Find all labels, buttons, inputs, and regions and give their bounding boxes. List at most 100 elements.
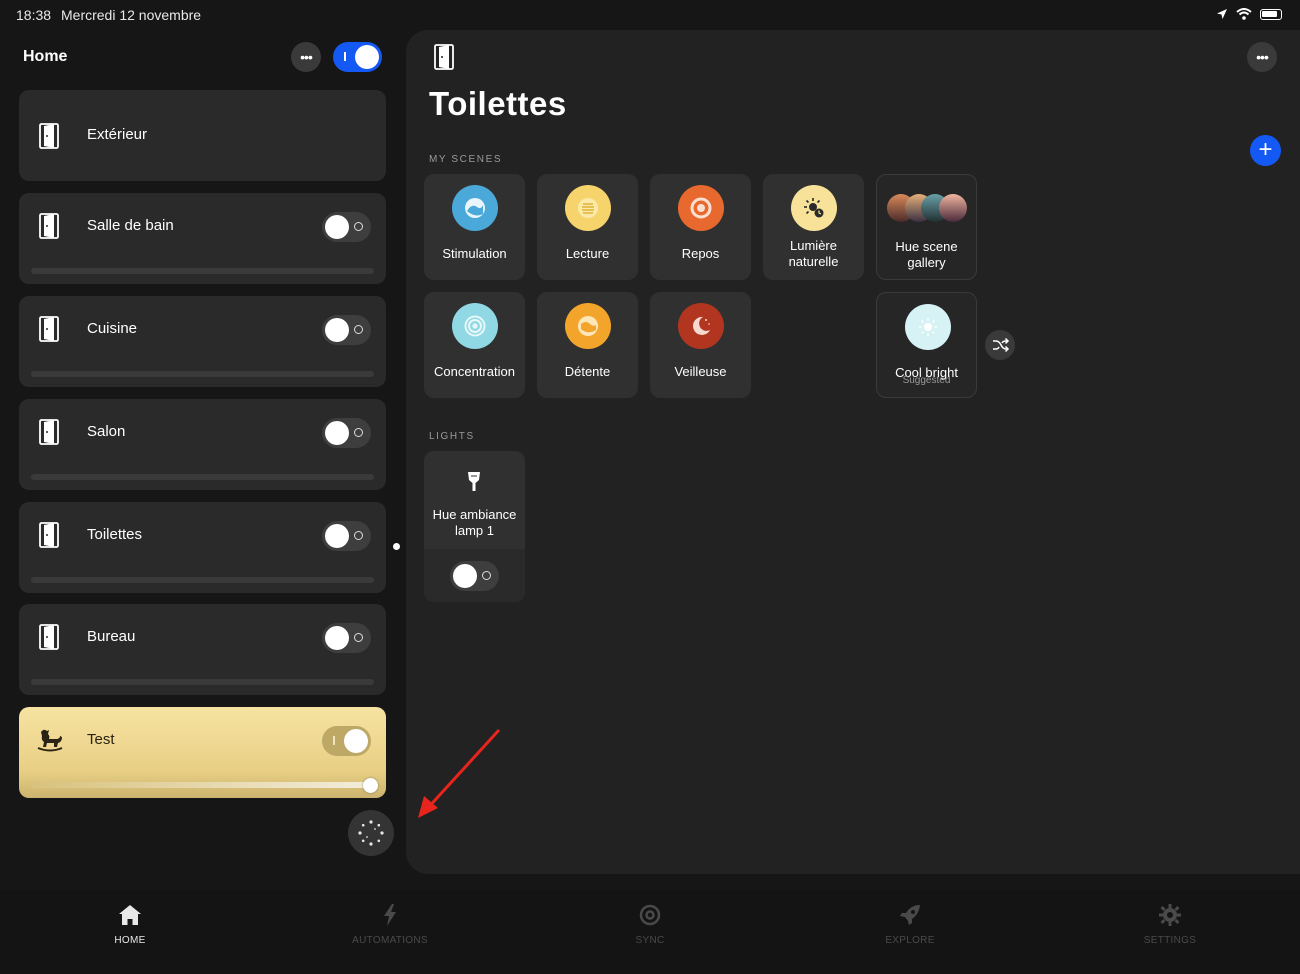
scene-label: Stimulation — [442, 246, 507, 261]
status-time: 18:38 — [16, 7, 52, 23]
scene-label: Détente — [564, 364, 611, 379]
room-toggle[interactable] — [322, 521, 371, 551]
tab-settings[interactable]: SETTINGS — [1110, 904, 1230, 946]
room-card-salon[interactable]: Salon — [19, 399, 386, 490]
home-title: Home — [23, 48, 68, 65]
home-master-toggle[interactable] — [333, 42, 382, 72]
more-icon: ••• — [1256, 49, 1269, 65]
toggle-on-mark — [344, 52, 346, 61]
room-name: Salon — [87, 423, 126, 440]
scene-color-orb — [678, 303, 724, 349]
scene-label-line1: Lumière — [790, 238, 837, 253]
scene-card-cool-bright[interactable]: Cool bright Suggested — [876, 292, 977, 398]
scene-color-orb — [565, 303, 611, 349]
door-icon — [434, 44, 454, 70]
scene-card-detente[interactable]: Détente — [537, 292, 638, 398]
toggle-on-mark — [333, 736, 335, 745]
room-card-test[interactable]: Test — [19, 707, 386, 798]
lamp-icon — [468, 472, 480, 491]
more-icon: ••• — [300, 49, 313, 65]
light-card-hue-ambiance-lamp-1[interactable]: Hue ambiance lamp 1 — [424, 451, 525, 602]
door-icon — [39, 522, 59, 548]
shuffle-icon — [993, 337, 1010, 353]
toggle-knob — [453, 564, 477, 588]
sun-icon — [919, 318, 937, 336]
room-more-button[interactable]: ••• — [1247, 42, 1277, 72]
moon-icon — [692, 316, 710, 335]
toggle-off-mark — [354, 633, 363, 642]
tab-label: AUTOMATIONS — [352, 935, 428, 946]
page-title: Toilettes — [429, 85, 567, 122]
rocking-horse-icon — [37, 729, 63, 752]
wifi-icon — [1236, 8, 1252, 20]
scene-label: Veilleuse — [674, 364, 727, 379]
tab-automations[interactable]: AUTOMATIONS — [330, 904, 450, 946]
shuffle-suggestion-button[interactable] — [985, 330, 1015, 360]
room-toggle[interactable] — [322, 315, 371, 345]
light-toggle[interactable] — [450, 561, 499, 591]
tab-bar: HOME AUTOMATIONS SYNC EXPLORE SETTINGS — [0, 890, 1300, 974]
room-toggle[interactable] — [322, 212, 371, 242]
brightness-slider[interactable] — [31, 268, 374, 274]
tab-home[interactable]: HOME — [70, 904, 190, 946]
room-card-cuisine[interactable]: Cuisine — [19, 296, 386, 387]
brightness-slider[interactable] — [31, 371, 374, 377]
room-card-salle-de-bain[interactable]: Salle de bain — [19, 193, 386, 284]
battery-icon — [1260, 8, 1282, 20]
scene-color-orb — [565, 185, 611, 231]
room-card-toilettes[interactable]: Toilettes — [19, 502, 386, 593]
scene-card-hue-gallery[interactable]: Hue scene gallery — [876, 174, 977, 280]
brightness-slider[interactable] — [31, 577, 374, 583]
brightness-slider-knob[interactable] — [363, 778, 378, 793]
scene-color-orb — [791, 185, 837, 231]
status-icons — [1216, 8, 1282, 20]
room-toggle[interactable] — [322, 418, 371, 448]
scene-color-orb — [452, 303, 498, 349]
scene-label-line2: gallery — [907, 255, 946, 270]
room-toggle[interactable] — [322, 726, 371, 756]
home-more-button[interactable]: ••• — [291, 42, 321, 72]
scene-card-veilleuse[interactable]: Veilleuse — [650, 292, 751, 398]
brightness-slider[interactable] — [31, 782, 374, 788]
relax-icon — [578, 316, 598, 336]
loading-button[interactable] — [348, 810, 394, 856]
app-root: 18:38 Mercredi 12 novembre Home ••• Exté… — [0, 0, 1300, 974]
scene-card-concentration[interactable]: Concentration — [424, 292, 525, 398]
sync-icon — [639, 904, 661, 926]
scene-color-orb — [678, 185, 724, 231]
room-name: Cuisine — [87, 320, 138, 337]
scene-card-lecture[interactable]: Lecture — [537, 174, 638, 280]
brightness-slider[interactable] — [31, 474, 374, 480]
toggle-knob — [325, 524, 349, 548]
toggle-knob — [344, 729, 368, 753]
room-card-bureau[interactable]: Bureau — [19, 604, 386, 695]
spinner-icon — [358, 820, 384, 846]
scene-label: Repos — [681, 246, 720, 261]
room-name: Test — [87, 731, 115, 748]
tab-sync[interactable]: SYNC — [590, 904, 710, 946]
relax-icon — [690, 197, 712, 219]
scene-card-stimulation[interactable]: Stimulation — [424, 174, 525, 280]
home-icon — [119, 905, 141, 925]
tab-label: HOME — [114, 935, 146, 946]
toggle-off-mark — [354, 531, 363, 540]
gear-icon — [1159, 904, 1181, 926]
plus-icon: + — [1258, 136, 1273, 163]
scene-suggested-label: Suggested — [902, 375, 951, 386]
room-toggle[interactable] — [322, 623, 371, 653]
tab-explore[interactable]: EXPLORE — [850, 904, 970, 946]
natural-light-icon — [804, 198, 824, 218]
sidebar: Home ••• Extérieur Salle de bain Cuisine… — [0, 30, 404, 890]
room-card-exterieur[interactable]: Extérieur — [19, 90, 386, 181]
door-icon — [39, 624, 59, 650]
door-icon — [39, 123, 59, 149]
section-label-lights: LIGHTS — [429, 431, 475, 442]
scene-card-lumiere-naturelle[interactable]: Lumière naturelle — [763, 174, 864, 280]
scene-color-orb — [452, 185, 498, 231]
brightness-slider[interactable] — [31, 679, 374, 685]
scene-card-repos[interactable]: Repos — [650, 174, 751, 280]
room-name: Bureau — [87, 628, 136, 645]
add-scene-button[interactable]: + — [1250, 135, 1281, 166]
lightning-icon — [384, 904, 396, 926]
reading-icon — [578, 198, 598, 218]
